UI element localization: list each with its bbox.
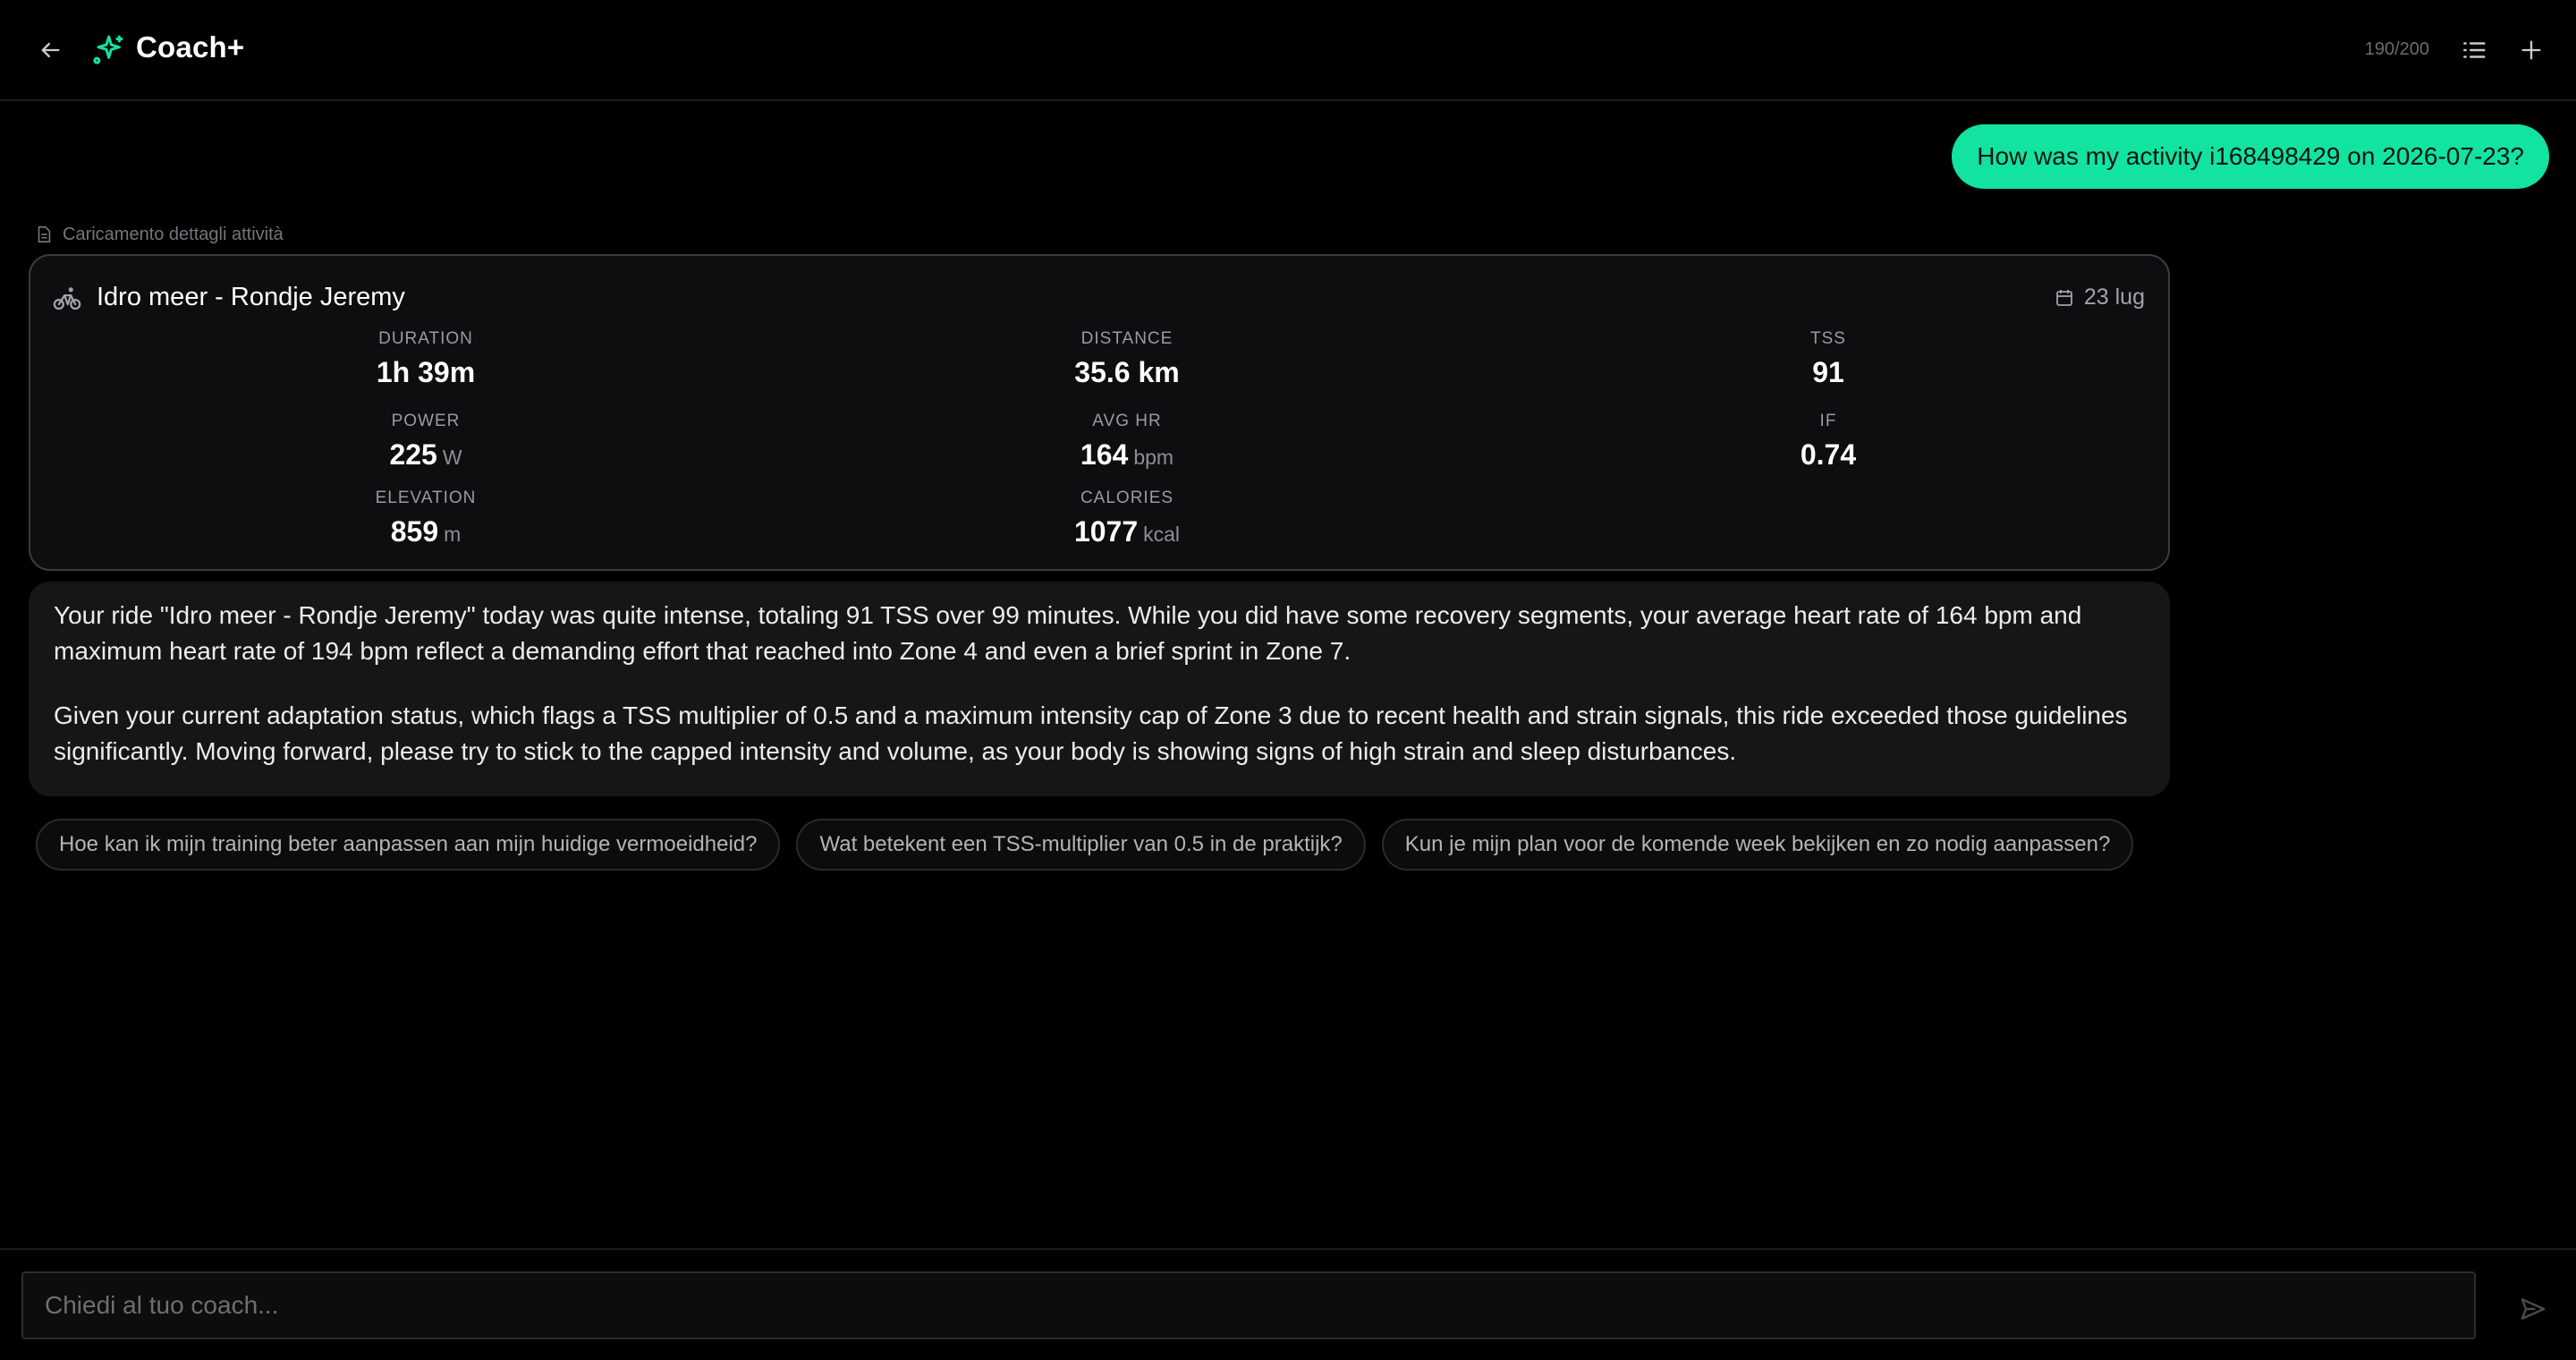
tool-status: Caricamento dettagli attività: [34, 222, 284, 247]
new-chat-button[interactable]: [2513, 32, 2549, 68]
stat-value: 225 W: [283, 438, 569, 472]
stat-label: AVG HR: [1092, 412, 1162, 430]
stat-number: 164: [1080, 438, 1129, 471]
stat-number: 225: [389, 438, 437, 471]
send-button[interactable]: [2513, 1289, 2553, 1329]
stat-power: POWER 225 W: [283, 412, 569, 472]
chat-input[interactable]: [21, 1271, 2476, 1339]
stat-value: 859 m: [283, 515, 569, 548]
stat-number: 1077: [1073, 515, 1139, 548]
assistant-paragraph: Given your current adaptation status, wh…: [54, 701, 2128, 765]
stat-elevation: ELEVATION 859 m: [283, 489, 569, 548]
conversation-list-button[interactable]: [2456, 32, 2492, 68]
stat-value: 0.74: [1685, 438, 1971, 472]
stat-value: 164 bpm: [984, 438, 1270, 472]
stat-label: DISTANCE: [1080, 329, 1174, 348]
stat-label: IF: [1819, 412, 1837, 430]
stat-number: 91: [1812, 356, 1844, 388]
activity-date: 23 lug: [2054, 285, 2145, 310]
composer-bar: [0, 1248, 2576, 1360]
list-icon: [2463, 42, 2486, 58]
stat-number: 0.74: [1800, 438, 1857, 471]
assistant-paragraph: Your ride "Idro meer - Rondje Jeremy" to…: [54, 601, 2082, 665]
stat-value: 1077 kcal: [984, 515, 1270, 548]
stat-unit: kcal: [1143, 523, 1181, 546]
stat-value: 35.6 km: [984, 356, 1270, 389]
stat-unit: W: [442, 446, 462, 469]
stat-label: ELEVATION: [375, 489, 477, 507]
app-title: Coach+: [136, 30, 245, 64]
stat-label: DURATION: [378, 329, 473, 348]
bike-icon: [53, 287, 81, 310]
plus-icon: [2521, 40, 2541, 60]
suggestion-chip[interactable]: Wat betekent een TSS-multiplier van 0.5 …: [796, 819, 1366, 871]
stat-label: TSS: [1810, 329, 1846, 348]
arrow-left-icon: [41, 42, 60, 58]
stat-calories: CALORIES 1077 kcal: [984, 489, 1270, 548]
stat-duration: DURATION 1h 39m: [283, 329, 569, 389]
document-icon: [38, 225, 51, 243]
calendar-icon: [2055, 289, 2072, 306]
stat-avg-hr: AVG HR 164 bpm: [984, 412, 1270, 472]
suggestion-chip[interactable]: Kun je mijn plan voor de komende week be…: [1381, 819, 2134, 871]
tool-status-text: Caricamento dettagli attività: [63, 224, 284, 244]
back-button[interactable]: [32, 32, 68, 68]
stat-distance: DISTANCE 35.6 km: [984, 329, 1270, 389]
stat-value: 91: [1685, 356, 1971, 389]
stat-label: POWER: [391, 412, 461, 430]
app-header: Coach+ 190/200: [0, 0, 2576, 101]
stat-number: 859: [390, 515, 439, 548]
suggestion-chips: Hoe kan ik mijn training beter aanpassen…: [36, 819, 2134, 871]
assistant-message: Your ride "Idro meer - Rondje Jeremy" to…: [29, 582, 2170, 796]
send-icon: [2521, 1298, 2546, 1320]
suggestion-chip[interactable]: Hoe kan ik mijn training beter aanpassen…: [36, 819, 781, 871]
stat-if: IF 0.74: [1685, 412, 1971, 472]
stat-tss: TSS 91: [1685, 329, 1971, 389]
stat-number: 35.6 km: [1074, 356, 1180, 388]
stat-value: 1h 39m: [283, 356, 569, 389]
sparkles-icon: [93, 35, 123, 64]
user-message: How was my activity i168498429 on 2026-0…: [1952, 124, 2549, 189]
activity-date-text: 23 lug: [2083, 285, 2145, 310]
stat-number: 1h 39m: [376, 356, 476, 388]
stat-unit: bpm: [1133, 446, 1174, 469]
activity-card[interactable]: Idro meer - Rondje Jeremy 23 lug DURATIO…: [29, 254, 2170, 571]
activity-title: Idro meer - Rondje Jeremy: [97, 283, 405, 311]
stat-unit: m: [444, 523, 462, 546]
message-count: 190/200: [2364, 39, 2429, 59]
stat-label: CALORIES: [1080, 489, 1174, 507]
